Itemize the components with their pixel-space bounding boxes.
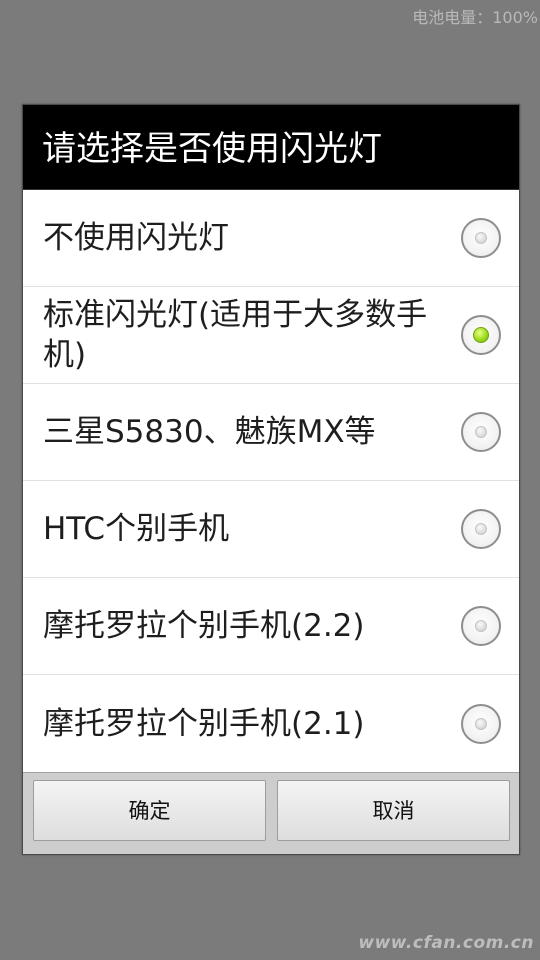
option-standard-flash[interactable]: 标准闪光灯(适用于大多数手机) (23, 287, 519, 384)
dialog-button-bar: 确定 取消 (23, 772, 519, 854)
option-label: 不使用闪光灯 (43, 220, 229, 256)
option-label: HTC个别手机 (43, 511, 230, 547)
radio-dot (475, 717, 487, 730)
radio-dot (475, 620, 487, 632)
option-htc[interactable]: HTC个别手机 (23, 481, 519, 578)
option-label: 三星S5830、魅族MX等 (43, 414, 376, 450)
radio-dot (473, 327, 489, 343)
flash-selection-dialog: 请选择是否使用闪光灯 不使用闪光灯 标准闪光灯(适用于大多数手机) 三星S583… (22, 104, 520, 855)
option-motorola-22[interactable]: 摩托罗拉个别手机(2.2) (23, 578, 519, 675)
option-motorola-21[interactable]: 摩托罗拉个别手机(2.1) (23, 675, 519, 772)
radio-dot (475, 523, 487, 535)
option-no-flash[interactable]: 不使用闪光灯 (23, 190, 519, 287)
flash-options-list: 不使用闪光灯 标准闪光灯(适用于大多数手机) 三星S5830、魅族MX等 HTC… (23, 190, 519, 772)
option-label: 摩托罗拉个别手机(2.2) (43, 608, 365, 644)
radio-unchecked-icon[interactable] (461, 606, 501, 646)
watermark-text: www.cfan.com.cn (358, 933, 534, 953)
radio-dot (475, 232, 487, 244)
radio-dot (475, 426, 487, 438)
radio-unchecked-icon[interactable] (461, 218, 501, 258)
cancel-button[interactable]: 取消 (277, 780, 510, 841)
dialog-title: 请选择是否使用闪光灯 (23, 105, 519, 190)
ok-button[interactable]: 确定 (33, 780, 266, 841)
battery-status: 电池电量：100% (412, 8, 538, 27)
option-label: 标准闪光灯(适用于大多数手机) (43, 297, 428, 373)
radio-unchecked-icon[interactable] (461, 509, 501, 549)
radio-unchecked-icon[interactable] (461, 703, 501, 744)
option-label: 摩托罗拉个别手机(2.1) (43, 705, 365, 742)
option-samsung-meizu[interactable]: 三星S5830、魅族MX等 (23, 384, 519, 481)
radio-checked-icon[interactable] (461, 315, 501, 355)
radio-unchecked-icon[interactable] (461, 412, 501, 452)
